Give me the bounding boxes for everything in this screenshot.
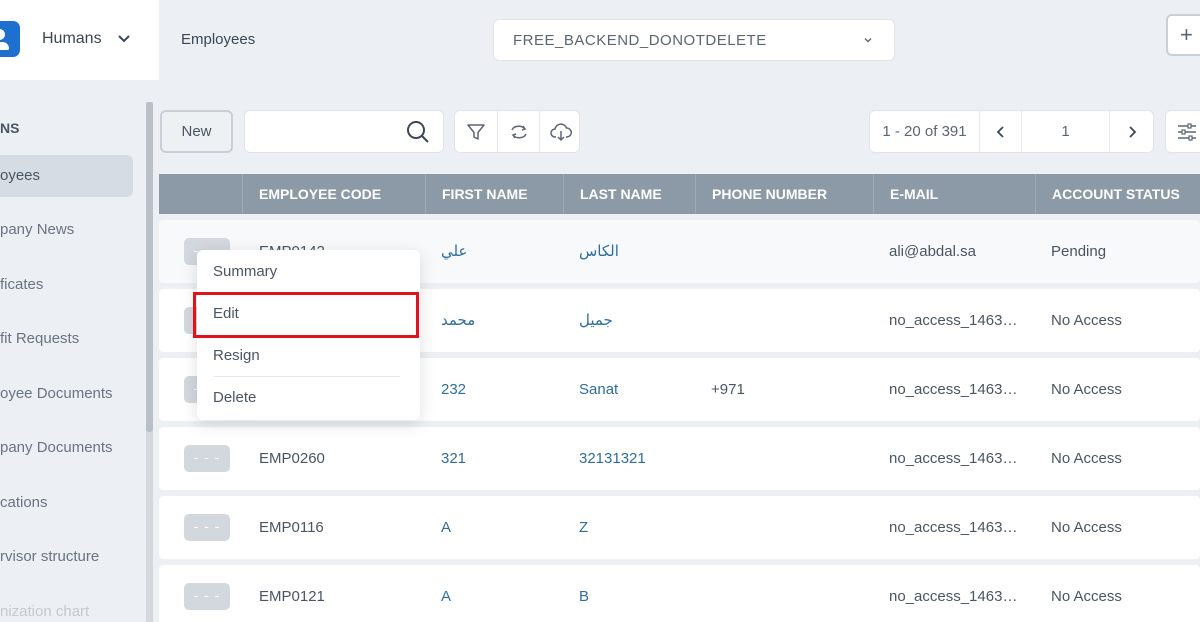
column-settings-button[interactable] [1165, 110, 1200, 153]
filter-icon [467, 123, 485, 140]
cell-account-status: No Access [1051, 450, 1122, 467]
menu-item-summary[interactable]: Summary [213, 263, 277, 280]
row-context-menu: Summary Edit Resign Delete [197, 250, 420, 420]
column-header-last-name[interactable]: LAST NAME [563, 174, 695, 214]
sliders-icon [1178, 123, 1196, 141]
add-button[interactable]: + [1166, 14, 1200, 56]
sync-button[interactable] [497, 111, 539, 152]
sidebar-item-company-news[interactable]: pany News [0, 209, 133, 251]
cell-first-name[interactable]: A [441, 496, 561, 559]
cloud-download-icon [549, 122, 572, 141]
column-header-email[interactable]: E-MAIL [873, 174, 1035, 214]
cell-employee-code: EMP0121 [259, 588, 325, 605]
table-tools [454, 110, 580, 153]
row-actions-button[interactable]: - - - [184, 445, 230, 472]
table-row[interactable]: - - - EMP0260 321 32131321 no_access_146… [159, 427, 1200, 490]
cell-first-name[interactable]: محمد [441, 289, 561, 352]
cell-first-name[interactable]: علي [441, 220, 561, 283]
cell-account-status: No Access [1051, 519, 1122, 536]
menu-divider [213, 376, 400, 377]
filter-button[interactable] [455, 111, 497, 152]
new-button[interactable]: New [160, 110, 233, 153]
search-input[interactable] [244, 110, 444, 153]
chevron-left-icon [996, 125, 1004, 138]
cell-first-name[interactable]: 321 [441, 427, 561, 490]
cell-employee-code: EMP0116 [259, 519, 324, 536]
cell-last-name[interactable]: 32131321 [579, 427, 689, 490]
row-actions-button[interactable]: - - - [184, 514, 230, 541]
prev-page-button[interactable] [980, 111, 1022, 152]
sidebar-scrollbar[interactable] [146, 102, 153, 622]
download-button[interactable] [539, 111, 581, 152]
chevron-down-icon[interactable] [116, 30, 132, 48]
sidebar-item-employees[interactable]: oyees [0, 155, 133, 197]
menu-item-edit[interactable]: Edit [213, 305, 239, 322]
row-actions-button[interactable]: - - - [184, 583, 230, 610]
scrollbar-thumb[interactable] [146, 102, 153, 432]
column-header-phone-number[interactable]: PHONE NUMBER [695, 174, 873, 214]
cell-last-name[interactable]: Z [579, 496, 689, 559]
cell-email: no_access_146367… [889, 450, 1025, 467]
cell-phone [711, 289, 861, 352]
cell-phone: +971 [711, 381, 745, 398]
page-number-input[interactable]: 1 [1022, 111, 1110, 152]
pagination-range: 1 - 20 of 391 [870, 111, 980, 152]
sync-icon [510, 125, 527, 138]
cell-email: no_access_146367… [889, 519, 1025, 536]
cell-email: ali@abdal.sa [889, 243, 976, 260]
app-logo-icon[interactable] [0, 21, 20, 57]
company-select[interactable]: FREE_BACKEND_DONOTDELETE [493, 19, 895, 61]
brand-area: Humans [0, 0, 159, 80]
cell-last-name[interactable]: B [579, 565, 689, 622]
cell-phone [711, 496, 861, 559]
page-title: Employees [181, 31, 256, 48]
next-page-button[interactable] [1110, 111, 1154, 152]
company-select-value: FREE_BACKEND_DONOTDELETE [513, 32, 767, 49]
cell-employee-code: EMP0260 [259, 450, 325, 467]
app-switcher-label[interactable]: Humans [42, 30, 102, 48]
plus-icon: + [1180, 22, 1193, 47]
cell-phone [711, 427, 861, 490]
sidebar-heading: NS [0, 120, 20, 136]
cell-email: no_access_146367… [889, 381, 1025, 398]
sidebar-item-certificates[interactable]: ficates [0, 264, 133, 306]
table-header: EMPLOYEE CODE FIRST NAME LAST NAME PHONE… [159, 174, 1200, 214]
cell-email: no_access_146367… [889, 588, 1025, 605]
cell-account-status: Pending [1051, 243, 1107, 260]
sidebar-item-supervisor-structure[interactable]: rvisor structure [0, 536, 133, 578]
menu-item-resign[interactable]: Resign [213, 347, 260, 364]
chevron-down-icon [864, 38, 872, 43]
table-row[interactable]: - - - EMP0121 A B no_access_146367… No A… [159, 565, 1200, 622]
cell-last-name[interactable]: الكاس [579, 220, 689, 283]
pagination: 1 - 20 of 391 1 [869, 110, 1154, 153]
sidebar-item-organization-chart[interactable]: nization chart [0, 591, 133, 622]
cell-account-status: No Access [1051, 588, 1122, 605]
cell-email: no_access_146367… [889, 312, 1025, 329]
cell-first-name[interactable]: A [441, 565, 561, 622]
cell-first-name[interactable]: 232 [441, 358, 561, 421]
menu-item-delete[interactable]: Delete [213, 389, 256, 406]
cell-phone [711, 565, 861, 622]
column-header-account-status[interactable]: ACCOUNT STATUS [1035, 174, 1200, 214]
cell-account-status: No Access [1051, 381, 1122, 398]
cell-last-name[interactable]: Sanat [579, 358, 689, 421]
cell-last-name[interactable]: جميل [579, 289, 689, 352]
column-header-employee-code[interactable]: EMPLOYEE CODE [242, 174, 425, 214]
sidebar-item-benefit-requests[interactable]: fit Requests [0, 318, 133, 360]
top-bar: Humans Employees FREE_BACKEND_DONOTDELET… [0, 0, 1200, 80]
sidebar-item-employee-documents[interactable]: oyee Documents [0, 373, 133, 415]
chevron-right-icon [1129, 125, 1137, 138]
cell-account-status: No Access [1051, 312, 1122, 329]
column-header-first-name[interactable]: FIRST NAME [425, 174, 563, 214]
table-row[interactable]: - - - EMP0116 A Z no_access_146367… No A… [159, 496, 1200, 559]
sidebar-item-notifications[interactable]: cations [0, 482, 133, 524]
sidebar-item-company-documents[interactable]: pany Documents [0, 427, 133, 469]
cell-phone [711, 220, 861, 283]
